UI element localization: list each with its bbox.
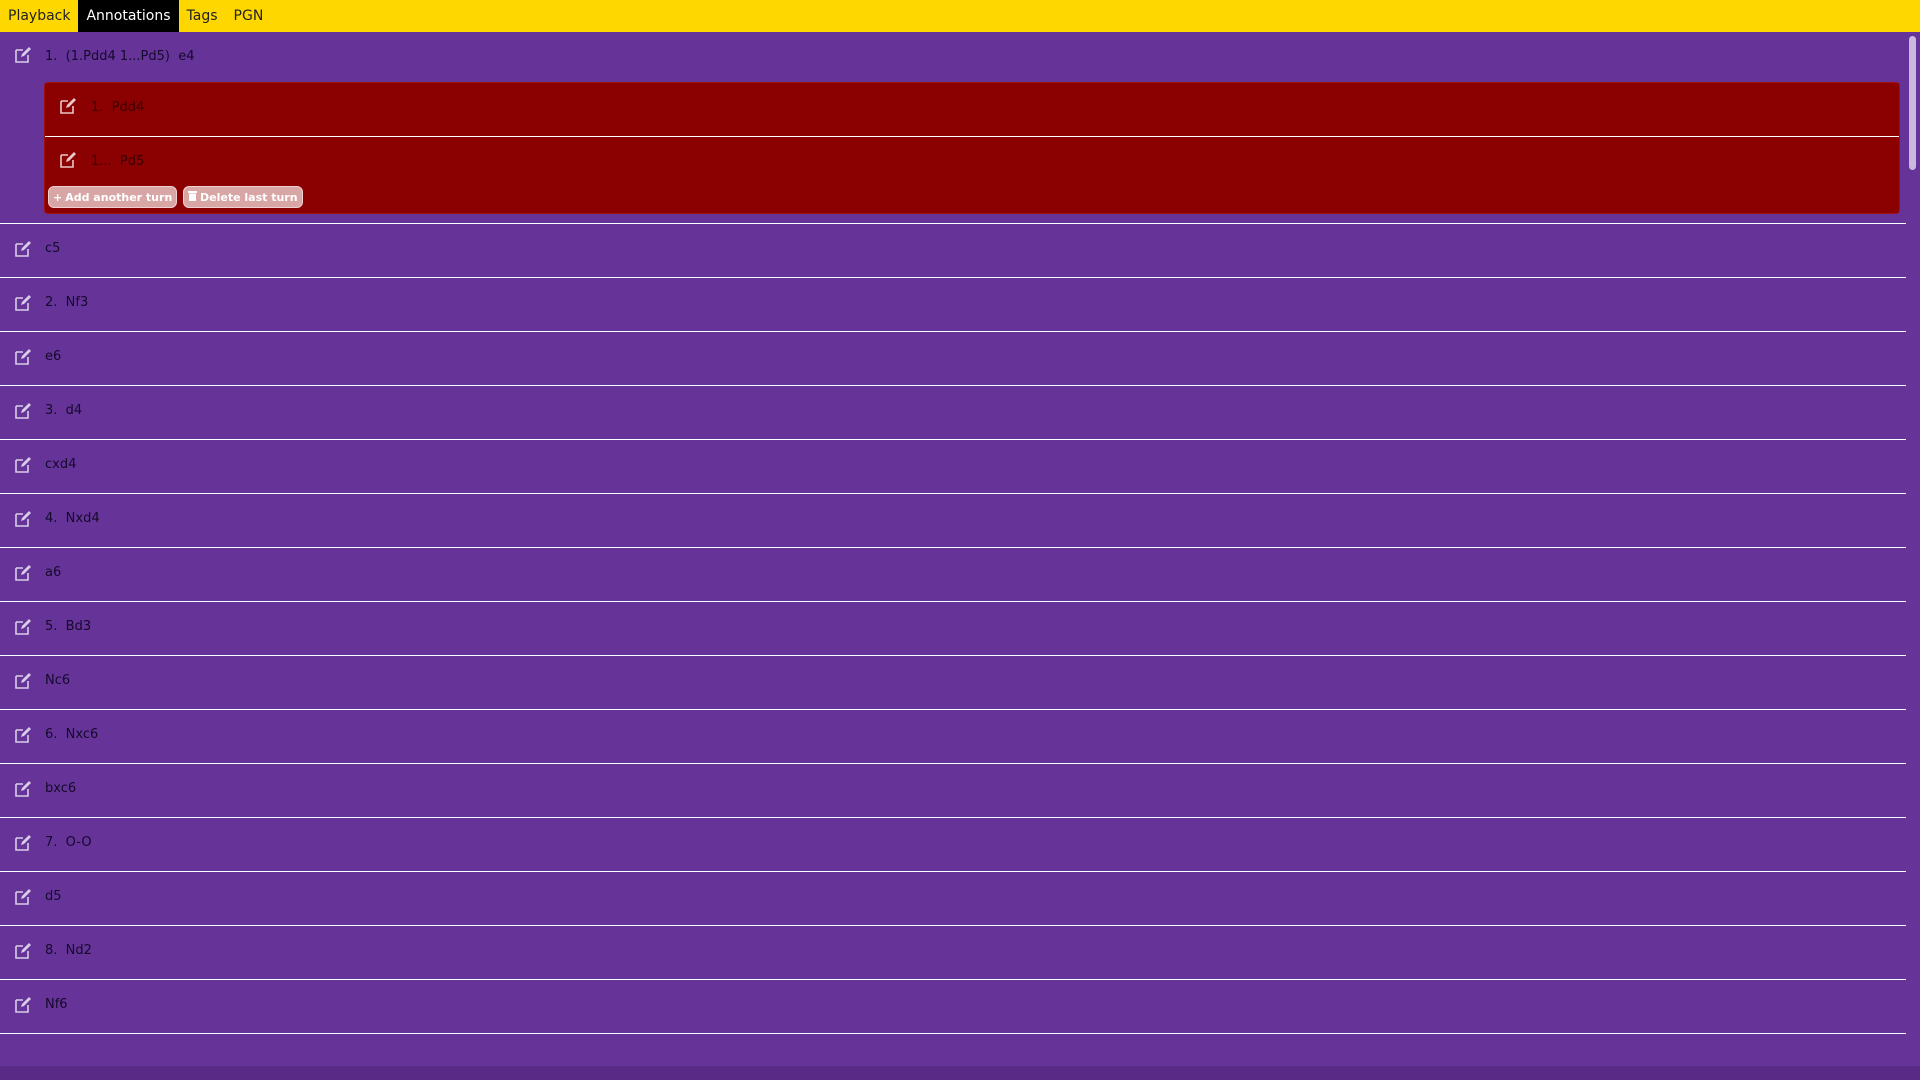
move-row: 3. d4 bbox=[0, 386, 1906, 440]
edit-icon[interactable] bbox=[14, 348, 32, 366]
edit-icon[interactable] bbox=[14, 672, 32, 690]
vertical-scrollbar[interactable] bbox=[1906, 32, 1920, 1066]
tab-playback[interactable]: Playback bbox=[0, 0, 78, 32]
edit-icon[interactable] bbox=[14, 564, 32, 582]
move-label: cxd4 bbox=[45, 457, 77, 472]
variation-block: 1. Pdd4 1... Pd5 + Add another turn Dele… bbox=[44, 82, 1900, 214]
move-row: e6 bbox=[0, 332, 1906, 386]
plus-icon: + bbox=[53, 190, 63, 204]
delete-turn-label: Delete last turn bbox=[200, 190, 298, 204]
edit-icon[interactable] bbox=[14, 996, 32, 1014]
edit-icon[interactable] bbox=[14, 510, 32, 528]
move-label: 6. Nxc6 bbox=[45, 727, 99, 742]
add-turn-label: Add another turn bbox=[65, 190, 173, 204]
variation-move-row: 1... Pd5 bbox=[45, 137, 1899, 191]
move-row: d5 bbox=[0, 872, 1906, 926]
move-label: 2. Nf3 bbox=[45, 295, 89, 310]
move-row: Nc6 bbox=[0, 656, 1906, 710]
annotations-list: 1. (1.Pdd4 1...Pd5) e4 1. Pdd4 1... Pd5 … bbox=[0, 32, 1906, 1066]
move-label: Nf6 bbox=[45, 997, 68, 1012]
variation-move-label: 1... Pd5 bbox=[91, 154, 145, 169]
variation-move-label: 1. Pdd4 bbox=[91, 100, 145, 115]
edit-icon[interactable] bbox=[14, 834, 32, 852]
edit-icon[interactable] bbox=[14, 402, 32, 420]
move-label: Nc6 bbox=[45, 673, 71, 688]
edit-icon[interactable] bbox=[14, 618, 32, 636]
edit-icon[interactable] bbox=[59, 151, 77, 169]
move-row: cxd4 bbox=[0, 440, 1906, 494]
edit-icon[interactable] bbox=[14, 888, 32, 906]
move-row: 8. Nd2 bbox=[0, 926, 1906, 980]
edit-icon[interactable] bbox=[14, 294, 32, 312]
scrollbar-thumb[interactable] bbox=[1909, 36, 1916, 170]
move-row: 1. (1.Pdd4 1...Pd5) e4 1. Pdd4 1... Pd5 … bbox=[0, 32, 1906, 224]
move-label: bxc6 bbox=[45, 781, 77, 796]
move-row: 4. Nxd4 bbox=[0, 494, 1906, 548]
add-turn-button[interactable]: + Add another turn bbox=[48, 186, 178, 208]
trash-icon bbox=[188, 190, 197, 204]
horizontal-scrollbar[interactable] bbox=[0, 1066, 1920, 1080]
move-label: 4. Nxd4 bbox=[45, 511, 100, 526]
tab-tags[interactable]: Tags bbox=[179, 0, 226, 32]
move-row: Nf6 bbox=[0, 980, 1906, 1034]
move-row: a6 bbox=[0, 548, 1906, 602]
move-row: 6. Nxc6 bbox=[0, 710, 1906, 764]
move-label: 5. Bd3 bbox=[45, 619, 92, 634]
edit-icon[interactable] bbox=[14, 726, 32, 744]
move-label: 7. O-O bbox=[45, 835, 92, 850]
move-label: 8. Nd2 bbox=[45, 943, 92, 958]
tab-annotations[interactable]: Annotations bbox=[78, 0, 179, 32]
tab-pgn[interactable]: PGN bbox=[226, 0, 272, 32]
move-label: 3. d4 bbox=[45, 403, 83, 418]
edit-icon[interactable] bbox=[14, 780, 32, 798]
move-row: 7. O-O bbox=[0, 818, 1906, 872]
edit-icon[interactable] bbox=[14, 456, 32, 474]
top-nav: Playback Annotations Tags PGN bbox=[0, 0, 1920, 32]
variation-move-row: 1. Pdd4 bbox=[45, 83, 1899, 137]
move-row: 5. Bd3 bbox=[0, 602, 1906, 656]
edit-icon[interactable] bbox=[14, 942, 32, 960]
move-row: 2. Nf3 bbox=[0, 278, 1906, 332]
move-row: bxc6 bbox=[0, 764, 1906, 818]
edit-icon[interactable] bbox=[59, 97, 77, 115]
move-label: a6 bbox=[45, 565, 62, 580]
edit-icon[interactable] bbox=[14, 240, 32, 258]
move-label: e6 bbox=[45, 349, 62, 364]
delete-turn-button[interactable]: Delete last turn bbox=[183, 186, 303, 208]
move-label: c5 bbox=[45, 241, 61, 256]
edit-icon[interactable] bbox=[14, 46, 32, 64]
move-row: c5 bbox=[0, 224, 1906, 278]
move-label: d5 bbox=[45, 889, 62, 904]
move-label: 1. (1.Pdd4 1...Pd5) e4 bbox=[45, 49, 195, 64]
